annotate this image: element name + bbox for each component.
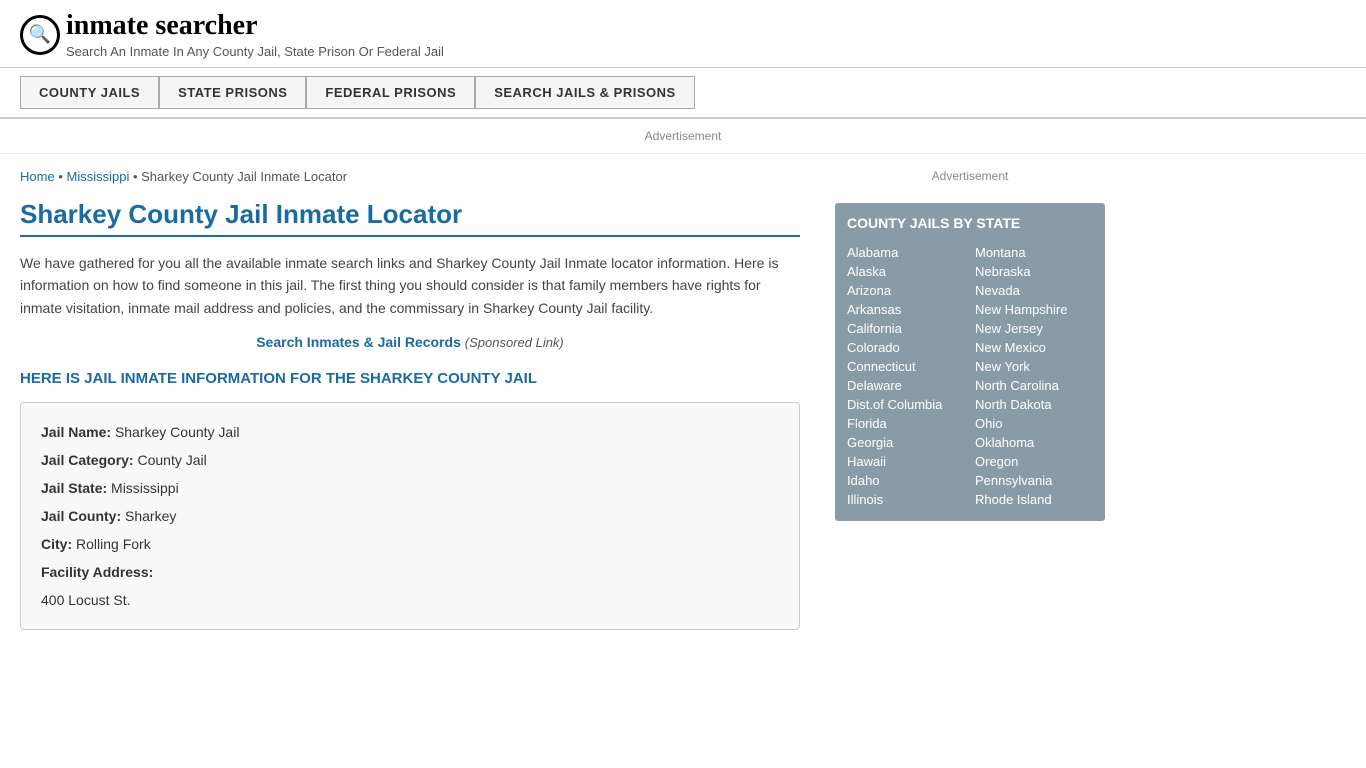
logo-text: inmate searcher <box>66 10 258 42</box>
jail-name-row: Jail Name: Sharkey County Jail <box>41 418 779 446</box>
jail-state-value: Mississippi <box>111 480 179 496</box>
nav-bar: COUNTY JAILS STATE PRISONS FEDERAL PRISO… <box>0 68 1366 119</box>
state-link[interactable]: Colorado <box>847 338 965 357</box>
states-left-col: AlabamaAlaskaArizonaArkansasCaliforniaCo… <box>847 243 965 509</box>
jail-address-value-row: 400 Locust St. <box>41 586 779 614</box>
state-link[interactable]: New York <box>975 357 1093 376</box>
state-link[interactable]: Hawaii <box>847 452 965 471</box>
states-right-col: MontanaNebraskaNevadaNew HampshireNew Je… <box>975 243 1093 509</box>
breadcrumb: Home • Mississippi • Sharkey County Jail… <box>20 169 800 184</box>
state-link[interactable]: Alabama <box>847 243 965 262</box>
state-link[interactable]: New Hampshire <box>975 300 1093 319</box>
county-jails-title: COUNTY JAILS BY STATE <box>847 215 1093 231</box>
jail-state-label: Jail State: <box>41 480 107 496</box>
main-layout: Home • Mississippi • Sharkey County Jail… <box>0 154 1366 645</box>
jail-county-row: Jail County: Sharkey <box>41 502 779 530</box>
state-prisons-nav-btn[interactable]: STATE PRISONS <box>159 76 306 109</box>
sidebar: Advertisement COUNTY JAILS BY STATE Alab… <box>820 154 1120 645</box>
state-link[interactable]: Arizona <box>847 281 965 300</box>
sponsored-suffix: (Sponsored Link) <box>465 335 564 350</box>
jail-address-value: 400 Locust St. <box>41 592 131 608</box>
description: We have gathered for you all the availab… <box>20 252 800 319</box>
jail-county-value: Sharkey <box>125 508 176 524</box>
sidebar-ad: Advertisement <box>835 164 1105 188</box>
state-link[interactable]: California <box>847 319 965 338</box>
state-link[interactable]: Rhode Island <box>975 490 1093 509</box>
jail-city-row: City: Rolling Fork <box>41 530 779 558</box>
state-link[interactable]: Pennsylvania <box>975 471 1093 490</box>
nav-buttons: COUNTY JAILS STATE PRISONS FEDERAL PRISO… <box>20 76 1346 109</box>
state-link[interactable]: Alaska <box>847 262 965 281</box>
breadcrumb-home-link[interactable]: Home <box>20 169 55 184</box>
state-link[interactable]: Nevada <box>975 281 1093 300</box>
state-link[interactable]: Ohio <box>975 414 1093 433</box>
state-link[interactable]: Oklahoma <box>975 433 1093 452</box>
tagline: Search An Inmate In Any County Jail, Sta… <box>66 44 444 59</box>
states-grid: AlabamaAlaskaArizonaArkansasCaliforniaCo… <box>847 243 1093 509</box>
jail-state-row: Jail State: Mississippi <box>41 474 779 502</box>
jail-address-label: Facility Address: <box>41 564 153 580</box>
state-link[interactable]: Oregon <box>975 452 1093 471</box>
jail-category-value: County Jail <box>137 452 206 468</box>
jail-name-label: Jail Name: <box>41 424 111 440</box>
state-link[interactable]: Montana <box>975 243 1093 262</box>
header: 🔍 inmate searcher Search An Inmate In An… <box>0 0 1366 68</box>
jail-name-value: Sharkey County Jail <box>115 424 240 440</box>
jail-city-label: City: <box>41 536 72 552</box>
logo-area: 🔍 inmate searcher Search An Inmate In An… <box>20 10 1346 59</box>
page-title: Sharkey County Jail Inmate Locator <box>20 199 800 237</box>
county-jails-by-state-box: COUNTY JAILS BY STATE AlabamaAlaskaArizo… <box>835 203 1105 521</box>
state-link[interactable]: Florida <box>847 414 965 433</box>
state-link[interactable]: Dist.of Columbia <box>847 395 965 414</box>
jail-info-box: Jail Name: Sharkey County Jail Jail Cate… <box>20 402 800 630</box>
state-link[interactable]: Nebraska <box>975 262 1093 281</box>
jail-category-row: Jail Category: County Jail <box>41 446 779 474</box>
search-jails-nav-btn[interactable]: SEARCH JAILS & PRISONS <box>475 76 694 109</box>
county-jails-nav-btn[interactable]: COUNTY JAILS <box>20 76 159 109</box>
jail-city-value: Rolling Fork <box>76 536 151 552</box>
jail-category-label: Jail Category: <box>41 452 134 468</box>
state-link[interactable]: North Dakota <box>975 395 1093 414</box>
logo-icon: 🔍 <box>20 15 60 55</box>
state-link[interactable]: Arkansas <box>847 300 965 319</box>
ad-banner: Advertisement <box>0 119 1366 154</box>
state-link[interactable]: Illinois <box>847 490 965 509</box>
jail-address-row: Facility Address: <box>41 558 779 586</box>
state-link[interactable]: Idaho <box>847 471 965 490</box>
info-heading: HERE IS JAIL INMATE INFORMATION FOR THE … <box>20 370 800 387</box>
breadcrumb-current: Sharkey County Jail Inmate Locator <box>141 169 347 184</box>
federal-prisons-nav-btn[interactable]: FEDERAL PRISONS <box>306 76 475 109</box>
breadcrumb-state-link[interactable]: Mississippi <box>66 169 129 184</box>
sponsored-link[interactable]: Search Inmates & Jail Records <box>256 334 461 350</box>
state-link[interactable]: New Mexico <box>975 338 1093 357</box>
state-link[interactable]: New Jersey <box>975 319 1093 338</box>
state-link[interactable]: Georgia <box>847 433 965 452</box>
breadcrumb-sep2: • <box>133 169 141 184</box>
state-link[interactable]: Delaware <box>847 376 965 395</box>
content-area: Home • Mississippi • Sharkey County Jail… <box>0 154 820 645</box>
state-link[interactable]: Connecticut <box>847 357 965 376</box>
state-link[interactable]: North Carolina <box>975 376 1093 395</box>
sponsored-link-area: Search Inmates & Jail Records (Sponsored… <box>20 334 800 350</box>
jail-county-label: Jail County: <box>41 508 121 524</box>
